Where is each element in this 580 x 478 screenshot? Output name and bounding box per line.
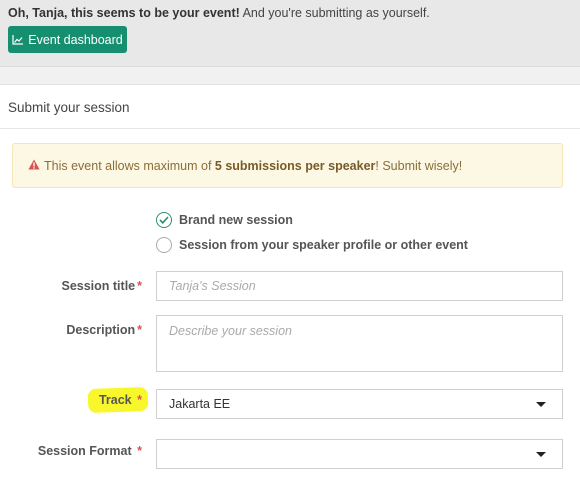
required-marker: * [137, 444, 142, 458]
track-select-value: Jakarta EE [169, 397, 231, 411]
event-dashboard-label: Event dashboard [28, 32, 123, 47]
event-dashboard-button[interactable]: Event dashboard [8, 26, 127, 53]
required-marker: * [137, 393, 142, 407]
description-label-text: Description [66, 323, 136, 337]
session-format-label-text: Session Format [37, 444, 132, 458]
radio-label-existing: Session from your speaker profile or oth… [179, 238, 468, 252]
description-textarea[interactable]: Describe your session [156, 315, 563, 372]
owner-notice: Oh, Tanja, this seems to be your event! … [8, 6, 430, 20]
radio-brand-new-session[interactable]: Brand new session [156, 212, 293, 228]
checkmark-icon[interactable] [156, 212, 172, 228]
caret-down-icon [536, 402, 546, 407]
track-label-text: Track [98, 393, 132, 407]
alert-text-before: This event allows maximum of [44, 158, 215, 173]
required-marker: * [137, 279, 142, 293]
section-title: Submit your session [8, 100, 130, 115]
description-label: Description * [66, 323, 142, 337]
track-label: Track * [99, 393, 142, 407]
owner-notice-rest: And you're submitting as yourself. [239, 6, 430, 20]
radio-label-brand-new: Brand new session [179, 213, 293, 227]
event-owner-banner: Oh, Tanja, this seems to be your event! … [0, 0, 580, 67]
alert-text-after: ! Submit wisely! [375, 158, 463, 173]
session-format-label: Session Format * [38, 444, 142, 458]
session-title-label-text: Session title [61, 279, 136, 293]
owner-notice-bold: Oh, Tanja, this seems to be your event! [8, 6, 240, 20]
session-title-label: Session title * [61, 279, 142, 293]
warning-icon [28, 159, 40, 173]
session-format-select[interactable] [156, 439, 563, 469]
caret-down-icon [536, 452, 546, 457]
required-marker: * [137, 323, 142, 337]
separator-strip [0, 67, 580, 85]
track-select[interactable]: Jakarta EE [156, 389, 563, 419]
alert-text-bold: 5 submissions per speaker [214, 158, 376, 173]
section-header: Submit your session [0, 86, 580, 129]
session-title-input[interactable]: Tanja's Session [156, 271, 563, 301]
submission-limit-alert: This event allows maximum of 5 submissio… [12, 143, 563, 188]
radio-existing-session[interactable]: Session from your speaker profile or oth… [156, 237, 468, 253]
chart-icon [12, 34, 24, 45]
radio-empty-icon[interactable] [156, 237, 172, 253]
